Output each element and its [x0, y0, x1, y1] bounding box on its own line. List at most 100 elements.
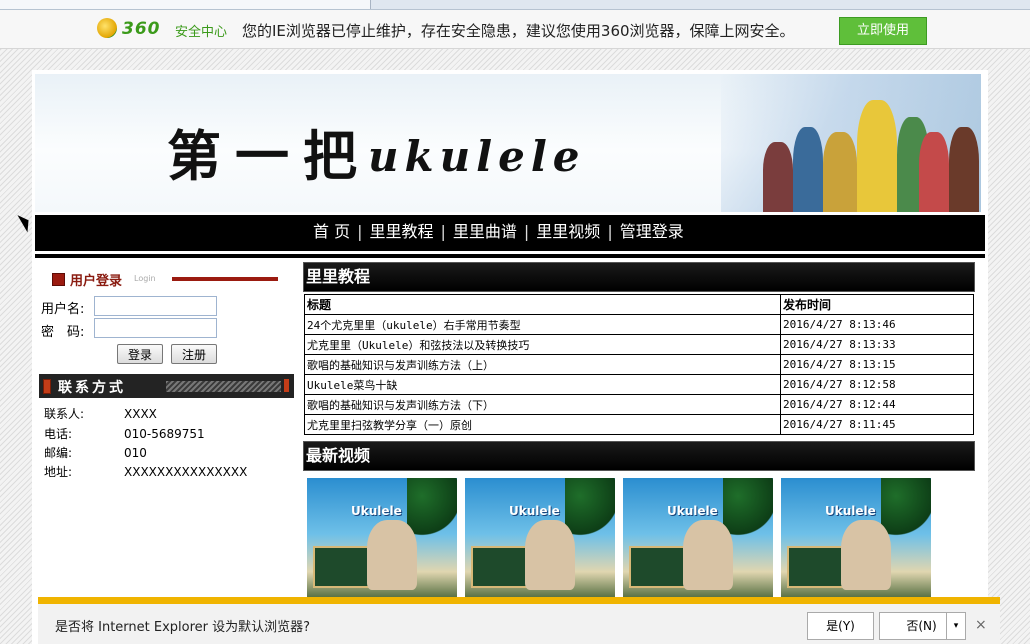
site-banner: 第一把 ukulele [35, 74, 981, 212]
tutorial-link[interactable]: 歌唱的基础知识与发声训练方法（下） [304, 394, 781, 415]
security-notice-bar: 360 安全中心 您的IE浏览器已停止维护，存在安全隐患，建议您使用360浏览器… [0, 10, 1030, 49]
tag-icon [284, 379, 289, 392]
videos-heading: 最新视频 [303, 441, 975, 471]
tutorial-link[interactable]: 歌唱的基础知识与发声训练方法（上） [304, 354, 781, 375]
left-sidebar: 用户登录 Login 用户名: 密 码: 登录 注册 联系方式 联系人: XXXX… [32, 260, 297, 640]
register-button[interactable]: 注册 [171, 344, 217, 364]
contact-heading: 联系方式 [58, 380, 126, 396]
student-image [857, 100, 897, 212]
tutorial-time: 2016/4/27 8:11:45 [780, 414, 974, 435]
student-image [763, 142, 793, 212]
username-input[interactable] [94, 296, 217, 316]
banner-title-en: ukulele [368, 132, 586, 181]
nav-videos[interactable]: 里里视频 [536, 221, 600, 243]
360-logo-text: 360 [122, 19, 161, 39]
table-row: Ukulele菜鸟十缺 2016/4/27 8:12:58 [304, 374, 974, 395]
dialog-question: 是否将 Internet Explorer 设为默认浏览器? [55, 620, 311, 635]
contact-header: 联系方式 [39, 374, 294, 398]
presenter-graphic [525, 520, 575, 590]
decorative-stripes [166, 381, 281, 392]
password-label: 密 码: [41, 325, 85, 340]
chalkboard-graphic [629, 546, 688, 588]
video-thumbnail[interactable]: Ukulele [307, 478, 457, 603]
nav-tutorials[interactable]: 里里教程 [369, 221, 433, 243]
password-input[interactable] [94, 318, 217, 338]
palm-tree-graphic [723, 478, 773, 538]
chalkboard-graphic [313, 546, 372, 588]
video-thumbnail[interactable]: Ukulele [465, 478, 615, 603]
contact-row: 联系人: XXXX [44, 405, 157, 422]
contact-row: 地址: XXXXXXXXXXXXXXX [44, 463, 247, 480]
browser-tab-strip [0, 0, 1030, 10]
table-row: 尤克里里扫弦教学分享（一）原创 2016/4/27 8:11:45 [304, 414, 974, 435]
table-row: 歌唱的基础知识与发声训练方法（下） 2016/4/27 8:12:44 [304, 394, 974, 415]
username-label: 用户名: [41, 302, 85, 317]
chalkboard-graphic [471, 546, 530, 588]
col-title: 标题 [304, 294, 781, 315]
360-logo-icon [97, 18, 117, 38]
palm-tree-graphic [565, 478, 615, 538]
contact-value: XXXXXXXXXXXXXXX [124, 465, 248, 479]
main-nav: 首 页 | 里里教程 | 里里曲谱 | 里里视频 | 管理登录 [35, 215, 985, 254]
video-thumb-label: Ukulele [667, 504, 718, 518]
col-time: 发布时间 [780, 294, 974, 315]
nav-separator: | [607, 222, 613, 241]
table-row: 尤克里里（Ukulele）和弦技法以及转换技巧 2016/4/27 8:13:33 [304, 334, 974, 355]
login-header: 用户登录 Login [39, 266, 294, 292]
360-logo-subtitle: 安全中心 [175, 25, 228, 40]
student-image [823, 132, 857, 212]
notice-message: 您的IE浏览器已停止维护，存在安全隐患，建议您使用360浏览器，保障上网安全。 [242, 22, 795, 40]
video-thumb-label: Ukulele [351, 504, 402, 518]
tutorial-time: 2016/4/27 8:13:15 [780, 354, 974, 375]
tutorial-time: 2016/4/27 8:12:44 [780, 394, 974, 415]
contact-value: 010 [124, 446, 147, 460]
video-thumbnail[interactable]: Ukulele [623, 478, 773, 603]
chalkboard-graphic [787, 546, 846, 588]
nav-admin-login[interactable]: 管理登录 [620, 221, 684, 243]
contact-value: XXXX [124, 407, 157, 421]
table-row: 24个尤克里里（ukulele）右手常用节奏型 2016/4/27 8:13:46 [304, 314, 974, 335]
table-header-row: 标题 发布时间 [304, 294, 974, 315]
banner-title-cn: 第一把 [167, 124, 371, 188]
close-icon[interactable]: × [975, 617, 987, 633]
login-heading: 用户登录 [70, 274, 123, 289]
browser-tab[interactable] [0, 0, 371, 9]
contact-value: 010-5689751 [124, 427, 205, 441]
tag-icon [43, 379, 51, 394]
nav-separator: | [523, 222, 530, 241]
tutorial-time: 2016/4/27 8:13:33 [780, 334, 974, 355]
tutorial-link[interactable]: Ukulele菜鸟十缺 [304, 374, 781, 395]
contact-row: 邮编: 010 [44, 444, 147, 461]
video-thumb-label: Ukulele [509, 504, 560, 518]
default-browser-dialog: 是否将 Internet Explorer 设为默认浏览器? 是(Y) 否(N)… [38, 597, 1000, 644]
tutorial-time: 2016/4/27 8:12:58 [780, 374, 974, 395]
table-row: 歌唱的基础知识与发声训练方法（上） 2016/4/27 8:13:15 [304, 354, 974, 375]
yes-button[interactable]: 是(Y) [807, 612, 874, 640]
presenter-graphic [367, 520, 417, 590]
page-container: 第一把 ukulele 首 页 | 里里教程 | 里里曲谱 | 里里视频 | 管… [32, 70, 988, 644]
nav-home[interactable]: 首 页 [313, 221, 350, 243]
nav-separator: | [440, 222, 446, 241]
student-image [919, 132, 949, 212]
divider [172, 277, 278, 281]
use-now-button[interactable]: 立即使用 [839, 17, 927, 45]
student-image [793, 127, 823, 212]
nav-scores[interactable]: 里里曲谱 [453, 221, 517, 243]
tutorial-link[interactable]: 24个尤克里里（ukulele）右手常用节奏型 [304, 314, 781, 335]
presenter-graphic [683, 520, 733, 590]
tutorial-link[interactable]: 尤克里里（Ukulele）和弦技法以及转换技巧 [304, 334, 781, 355]
tutorial-link[interactable]: 尤克里里扫弦教学分享（一）原创 [304, 414, 781, 435]
tutorial-time: 2016/4/27 8:13:46 [780, 314, 974, 335]
tutorials-table: 标题 发布时间 24个尤克里里（ukulele）右手常用节奏型 2016/4/27… [304, 294, 974, 435]
contact-key: 电话: [44, 427, 73, 441]
nav-separator: | [357, 222, 363, 241]
presenter-graphic [841, 520, 891, 590]
tutorials-heading: 里里教程 [303, 262, 975, 292]
palm-tree-graphic [407, 478, 457, 538]
login-button[interactable]: 登录 [117, 344, 163, 364]
login-heading-en: Login [134, 274, 156, 283]
contact-row: 电话: 010-5689751 [44, 425, 205, 442]
video-thumbnail[interactable]: Ukulele [781, 478, 931, 603]
contact-key: 地址: [44, 465, 73, 479]
chevron-down-icon[interactable]: ▾ [946, 612, 966, 640]
